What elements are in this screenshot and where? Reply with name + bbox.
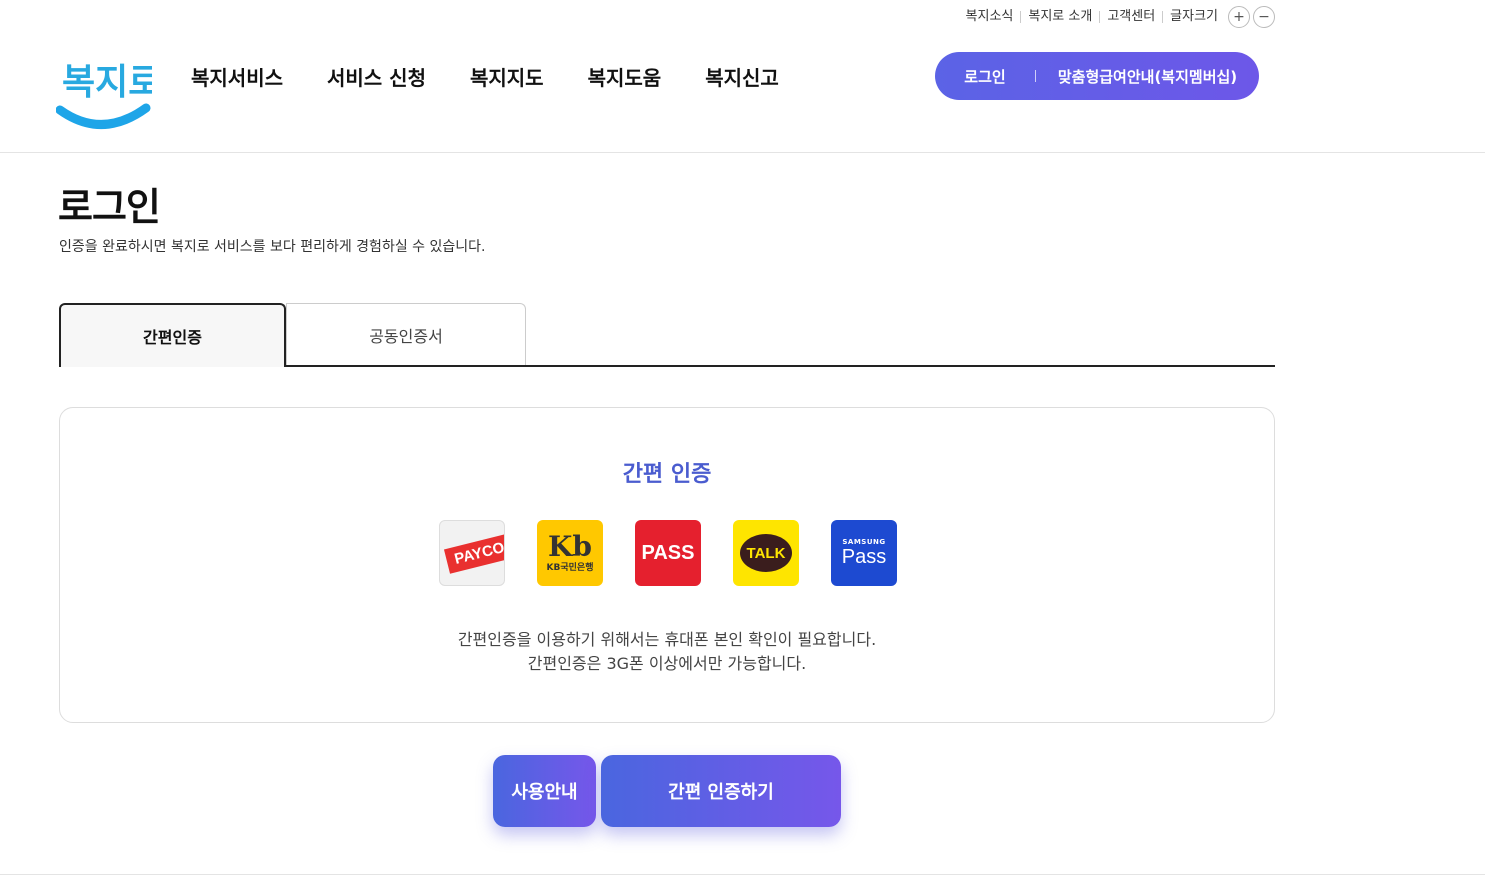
util-support-link[interactable]: 고객센터 bbox=[1100, 7, 1162, 27]
pass-icon: PASS bbox=[641, 541, 695, 564]
auth-notice-line: 간편인증을 이용하기 위해서는 휴대폰 본인 확인이 필요합니다. bbox=[457, 630, 877, 649]
simple-auth-submit-button[interactable]: 간편 인증하기 bbox=[601, 755, 841, 827]
font-decrease-button[interactable]: − bbox=[1253, 6, 1275, 28]
pass-auth-button[interactable]: PASS bbox=[635, 520, 701, 586]
nav-welfare-report[interactable]: 복지신고 bbox=[705, 64, 779, 92]
header-login-button[interactable]: 로그인 bbox=[935, 66, 1035, 87]
utility-bar: 복지소식 복지로 소개 고객센터 글자크기 + − bbox=[959, 6, 1275, 28]
payco-auth-button[interactable]: PAYCO bbox=[439, 520, 505, 586]
tab-simple-auth[interactable]: 간편인증 bbox=[59, 303, 286, 367]
kb-icon: Kb bbox=[548, 529, 592, 563]
util-news-link[interactable]: 복지소식 bbox=[959, 7, 1021, 27]
page-title: 로그인 bbox=[58, 185, 161, 229]
payco-icon: PAYCO bbox=[443, 532, 504, 574]
header-divider bbox=[0, 152, 1485, 153]
kakao-auth-button[interactable]: TALK bbox=[733, 520, 799, 586]
util-about-link[interactable]: 복지로 소개 bbox=[1021, 7, 1099, 27]
nav-welfare-map[interactable]: 복지지도 bbox=[470, 64, 544, 92]
auth-provider-list: PAYCO Kb KB국민은행 PASS TALK SAMSUNG Pass bbox=[439, 520, 897, 586]
header-membership-button[interactable]: 맞춤형급여안내(복지멤버십) bbox=[1036, 66, 1259, 87]
header-action-pill: 로그인 맞춤형급여안내(복지멤버십) bbox=[935, 52, 1259, 100]
auth-panel-title: 간편 인증 bbox=[622, 462, 712, 487]
nav-welfare-service[interactable]: 복지서비스 bbox=[191, 64, 283, 92]
auth-notice-line: 간편인증은 3G폰 이상에서만 가능합니다. bbox=[527, 654, 807, 673]
auth-notice: 간편인증을 이용하기 위해서는 휴대폰 본인 확인이 필요합니다. 간편인증은 … bbox=[60, 628, 1274, 676]
usage-guide-button[interactable]: 사용안내 bbox=[493, 755, 596, 827]
kb-label: KB국민은행 bbox=[546, 562, 594, 573]
nav-service-apply[interactable]: 서비스 신청 bbox=[327, 64, 426, 92]
kakao-talk-icon: TALK bbox=[740, 534, 792, 572]
tab-joint-certificate[interactable]: 공동인증서 bbox=[286, 303, 526, 365]
util-font-size-label: 글자크기 bbox=[1170, 9, 1218, 24]
font-increase-button[interactable]: + bbox=[1228, 6, 1250, 28]
nav-welfare-help[interactable]: 복지도움 bbox=[588, 64, 662, 92]
samsung-pass-icon: Pass bbox=[841, 546, 887, 568]
logo-text: 복지로 bbox=[62, 62, 152, 103]
login-tabs: 간편인증 공동인증서 bbox=[59, 303, 1275, 367]
main-nav: 복지서비스 서비스 신청 복지지도 복지도움 복지신고 bbox=[191, 64, 823, 92]
logo-icon: 복지로 bbox=[55, 62, 161, 129]
simple-auth-panel: 간편 인증 PAYCO Kb KB국민은행 PASS TALK SAMSUNG … bbox=[59, 407, 1275, 723]
kb-auth-button[interactable]: Kb KB국민은행 bbox=[537, 520, 603, 586]
site-logo[interactable]: 복지로 bbox=[55, 48, 161, 136]
samsung-pass-auth-button[interactable]: SAMSUNG Pass bbox=[831, 520, 897, 586]
footer-divider bbox=[0, 874, 1485, 875]
page-description: 인증을 완료하시면 복지로 서비스를 보다 편리하게 경험하실 수 있습니다. bbox=[59, 239, 486, 255]
samsung-label: SAMSUNG bbox=[842, 538, 886, 546]
